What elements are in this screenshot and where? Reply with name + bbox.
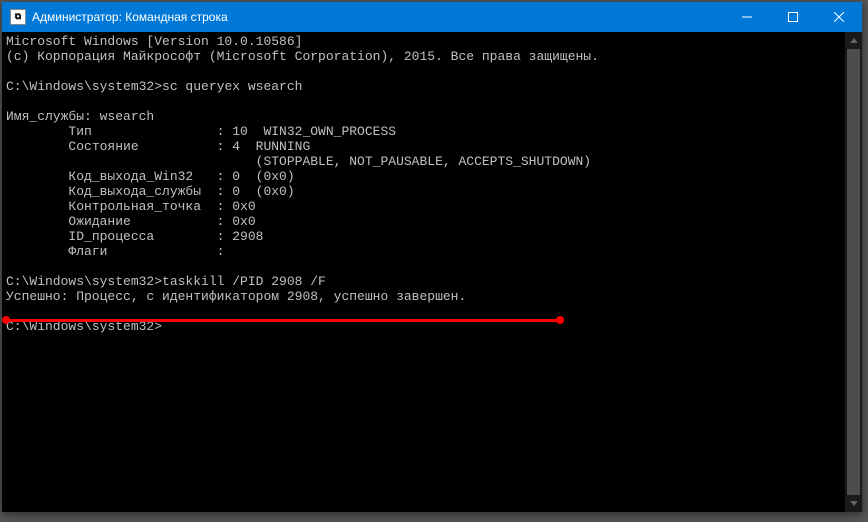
close-button[interactable] (816, 2, 862, 32)
output-line: (c) Корпорация Майкрософт (Microsoft Cor… (6, 49, 599, 64)
scroll-thumb[interactable] (847, 49, 860, 495)
chevron-up-icon (850, 38, 858, 43)
terminal-area: Microsoft Windows [Version 10.0.10586] (… (2, 32, 862, 512)
minimize-icon (742, 12, 752, 22)
maximize-button[interactable] (770, 2, 816, 32)
chevron-down-icon (850, 501, 858, 506)
highlight-underline (6, 319, 560, 322)
output-line: Ожидание : 0x0 (6, 214, 256, 229)
output-line: Microsoft Windows [Version 10.0.10586] (6, 34, 302, 49)
prompt: C:\Windows\system32> (6, 79, 162, 94)
scroll-down-button[interactable] (845, 495, 862, 512)
app-icon-glyph: ⧉ (15, 12, 21, 22)
window-title: Администратор: Командная строка (32, 10, 724, 24)
minimize-button[interactable] (724, 2, 770, 32)
titlebar[interactable]: ⧉ Администратор: Командная строка (2, 2, 862, 32)
prompt: C:\Windows\system32> (6, 274, 162, 289)
scroll-track[interactable] (845, 49, 862, 495)
output-line: (STOPPABLE, NOT_PAUSABLE, ACCEPTS_SHUTDO… (6, 154, 591, 169)
terminal-output[interactable]: Microsoft Windows [Version 10.0.10586] (… (2, 32, 845, 512)
typed-command: taskkill /PID 2908 /F (162, 274, 326, 289)
highlight-dot-left (2, 316, 10, 324)
typed-command: sc queryex wsearch (162, 79, 302, 94)
output-line: Успешно: Процесс, с идентификатором 2908… (6, 289, 466, 304)
close-icon (834, 12, 844, 22)
output-line: Имя_службы: wsearch (6, 109, 154, 124)
scroll-up-button[interactable] (845, 32, 862, 49)
output-line: Флаги : (6, 244, 224, 259)
output-line: Код_выхода_службы : 0 (0x0) (6, 184, 295, 199)
output-line: Тип : 10 WIN32_OWN_PROCESS (6, 124, 396, 139)
window-controls (724, 2, 862, 32)
app-icon: ⧉ (10, 9, 26, 25)
command-prompt-window: ⧉ Администратор: Командная строка Micros… (2, 2, 862, 512)
vertical-scrollbar[interactable] (845, 32, 862, 512)
output-line: Код_выхода_Win32 : 0 (0x0) (6, 169, 295, 184)
maximize-icon (788, 12, 798, 22)
highlight-dot-right (556, 316, 564, 324)
output-line: ID_процесса : 2908 (6, 229, 263, 244)
output-line: Состояние : 4 RUNNING (6, 139, 310, 154)
output-line: Контрольная_точка : 0x0 (6, 199, 256, 214)
